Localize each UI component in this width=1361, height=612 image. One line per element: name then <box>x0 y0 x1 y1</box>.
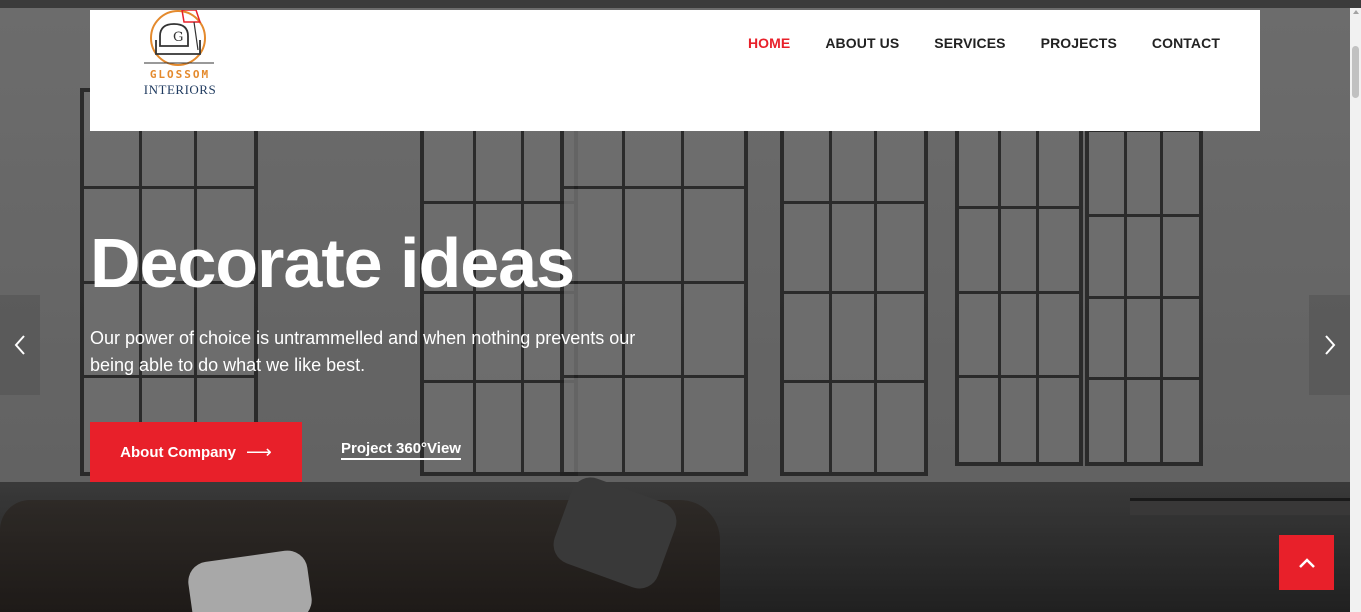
hero-subtitle: Our power of choice is untrammelled and … <box>90 328 636 375</box>
logo-text-bottom: INTERIORS <box>143 82 217 97</box>
nav-item-home[interactable]: HOME <box>748 35 790 51</box>
chevron-right-icon <box>1324 335 1335 355</box>
logo[interactable]: G GLOSSOM INTERIORS <box>134 9 226 102</box>
chevron-left-icon <box>14 335 25 355</box>
nav-item-contact[interactable]: CONTACT <box>1152 35 1220 51</box>
site-header: G GLOSSOM INTERIORS HOME ABOUT US SERVIC… <box>90 9 1260 131</box>
nav-item-about-us[interactable]: ABOUT US <box>825 35 899 51</box>
nav-item-projects[interactable]: PROJECTS <box>1041 35 1117 51</box>
about-company-button[interactable]: About Company ⟶ <box>90 422 302 482</box>
chevron-up-icon <box>1298 557 1315 568</box>
slider-next-button[interactable] <box>1309 295 1350 395</box>
armchair-icon: G <box>144 9 214 66</box>
browser-top-bar <box>0 0 1361 8</box>
main-nav: HOME ABOUT US SERVICES PROJECTS CONTACT <box>713 35 1220 51</box>
scrollbar-thumb[interactable] <box>1352 46 1359 98</box>
nav-item-services[interactable]: SERVICES <box>934 35 1005 51</box>
hero-title: Decorate ideas <box>90 224 575 302</box>
back-to-top-button[interactable] <box>1279 535 1334 590</box>
svg-text:G: G <box>173 30 183 45</box>
page-scrollbar[interactable] <box>1350 8 1361 612</box>
about-company-label: About Company <box>120 443 236 461</box>
slider-prev-button[interactable] <box>0 295 40 395</box>
scroll-up-arrow-icon[interactable] <box>1353 10 1359 14</box>
logo-text-top: GLOSSOM <box>149 68 211 81</box>
long-arrow-right-icon: ⟶ <box>246 441 272 462</box>
project-360-view-link[interactable]: Project 360°View <box>341 440 461 460</box>
